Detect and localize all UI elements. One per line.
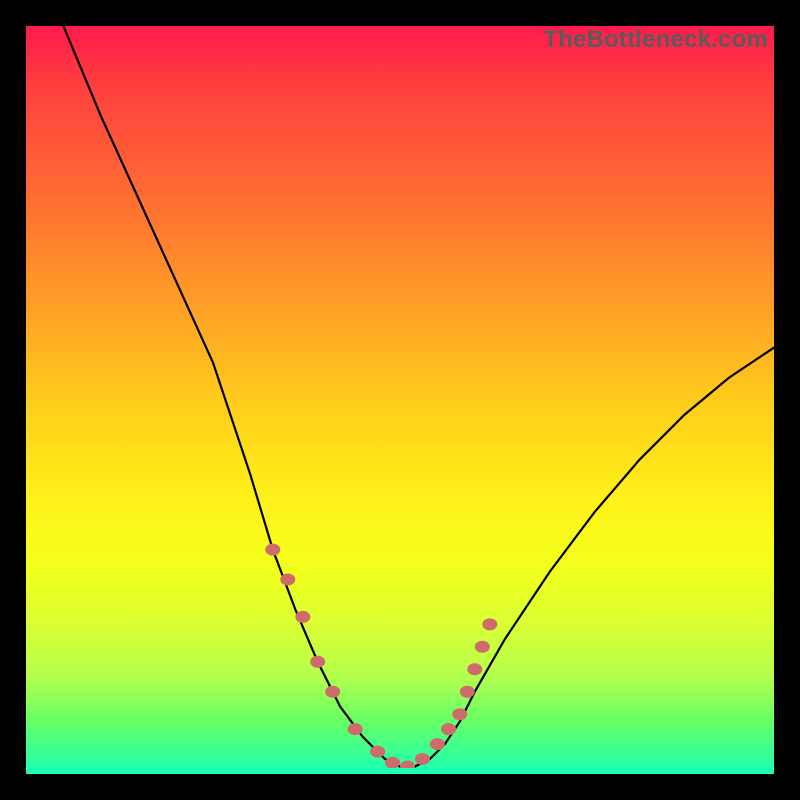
- marker-group: [265, 544, 497, 773]
- curve-marker: [265, 544, 280, 556]
- curve-marker: [348, 723, 363, 735]
- curve-marker: [452, 708, 467, 720]
- curve-marker: [415, 753, 430, 765]
- curve-marker: [475, 641, 490, 653]
- gradient-base-strip: [26, 768, 774, 774]
- curve-marker: [370, 746, 385, 758]
- outer-frame: TheBottleneck.com: [0, 0, 800, 800]
- curve-layer: [26, 26, 774, 774]
- curve-marker: [441, 723, 456, 735]
- curve-marker: [295, 611, 310, 623]
- curve-marker: [325, 686, 340, 698]
- curve-marker: [310, 656, 325, 668]
- curve-marker: [467, 663, 482, 675]
- bottleneck-curve: [63, 26, 774, 767]
- curve-marker: [482, 618, 497, 630]
- curve-marker: [460, 686, 475, 698]
- plot-area: TheBottleneck.com: [26, 26, 774, 774]
- curve-marker: [385, 757, 400, 769]
- curve-marker: [430, 738, 445, 750]
- curve-marker: [280, 574, 295, 586]
